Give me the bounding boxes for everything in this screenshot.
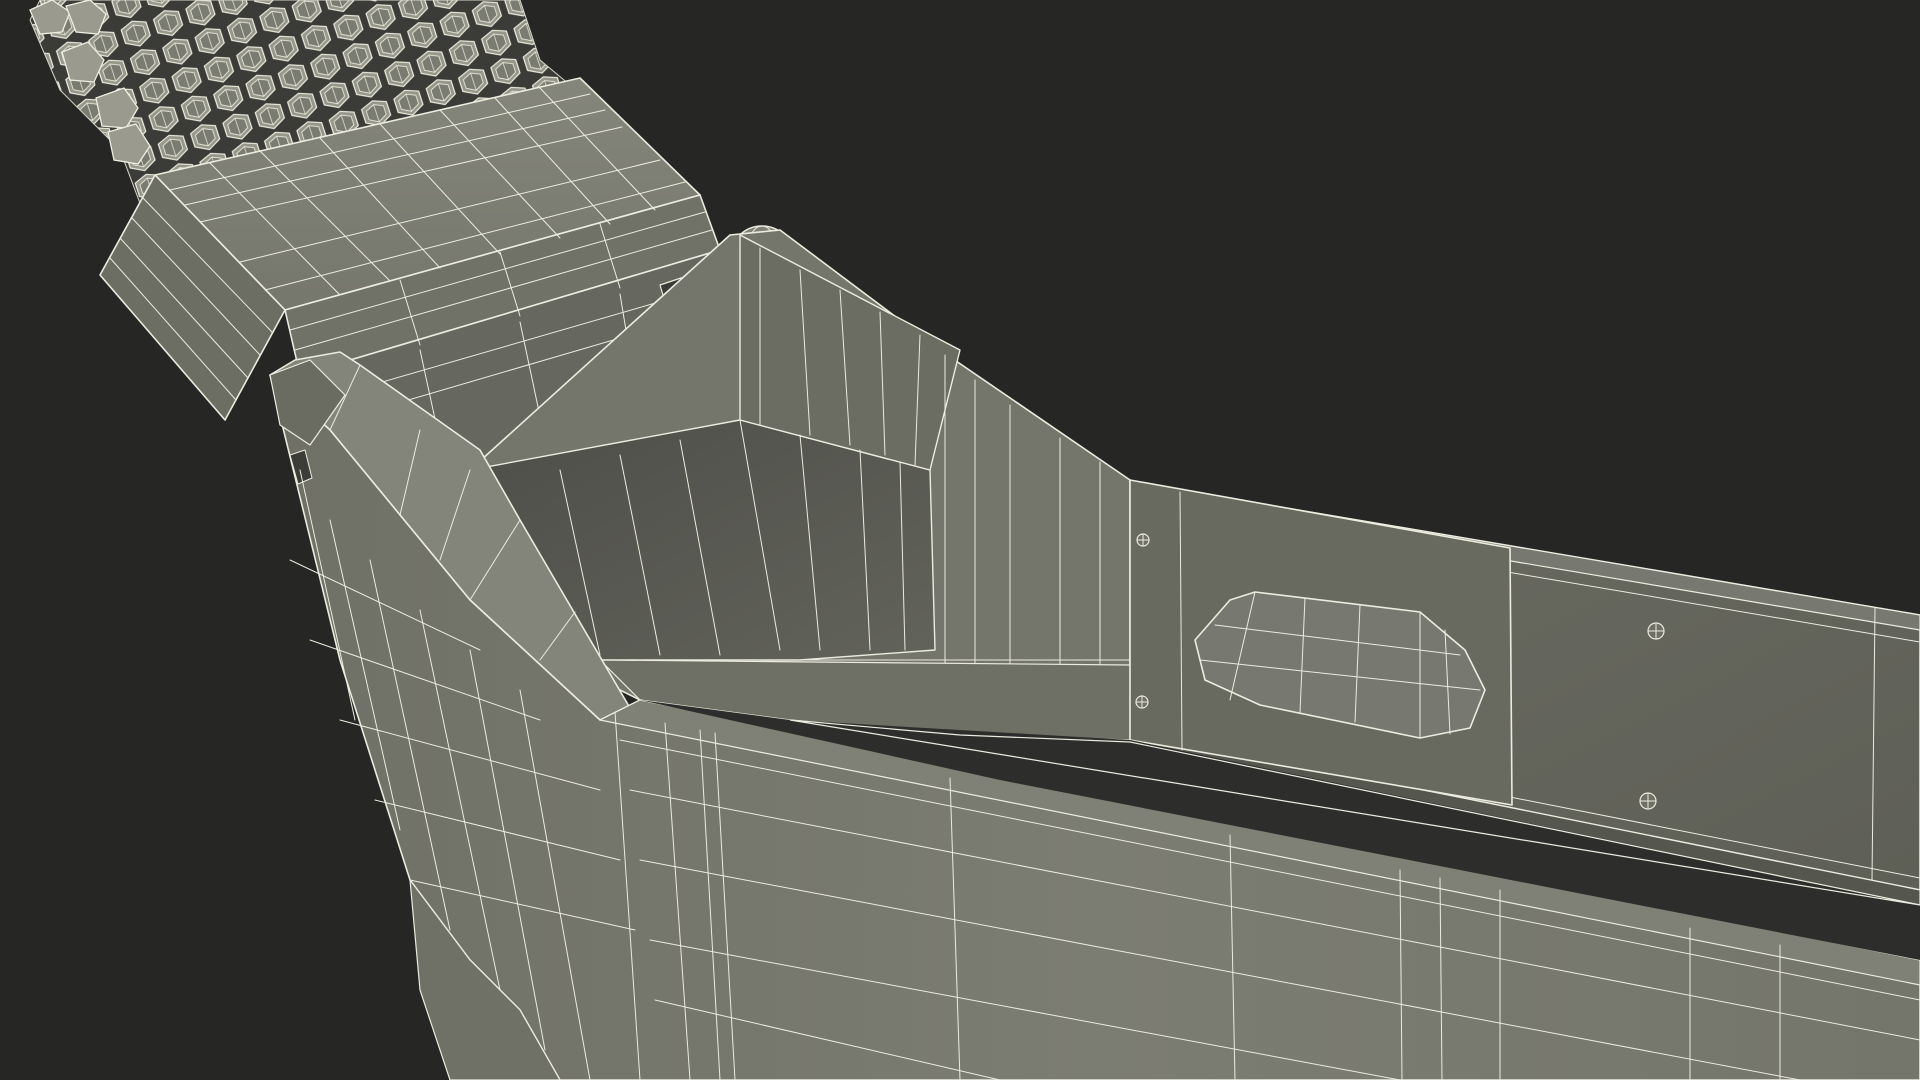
screw-icon [1639, 792, 1657, 810]
screw-icon [1136, 533, 1150, 547]
screw-icon [1647, 622, 1665, 640]
viewport [0, 0, 1920, 1080]
wireframe-render [0, 0, 1920, 1080]
screw-icon [1135, 695, 1149, 709]
